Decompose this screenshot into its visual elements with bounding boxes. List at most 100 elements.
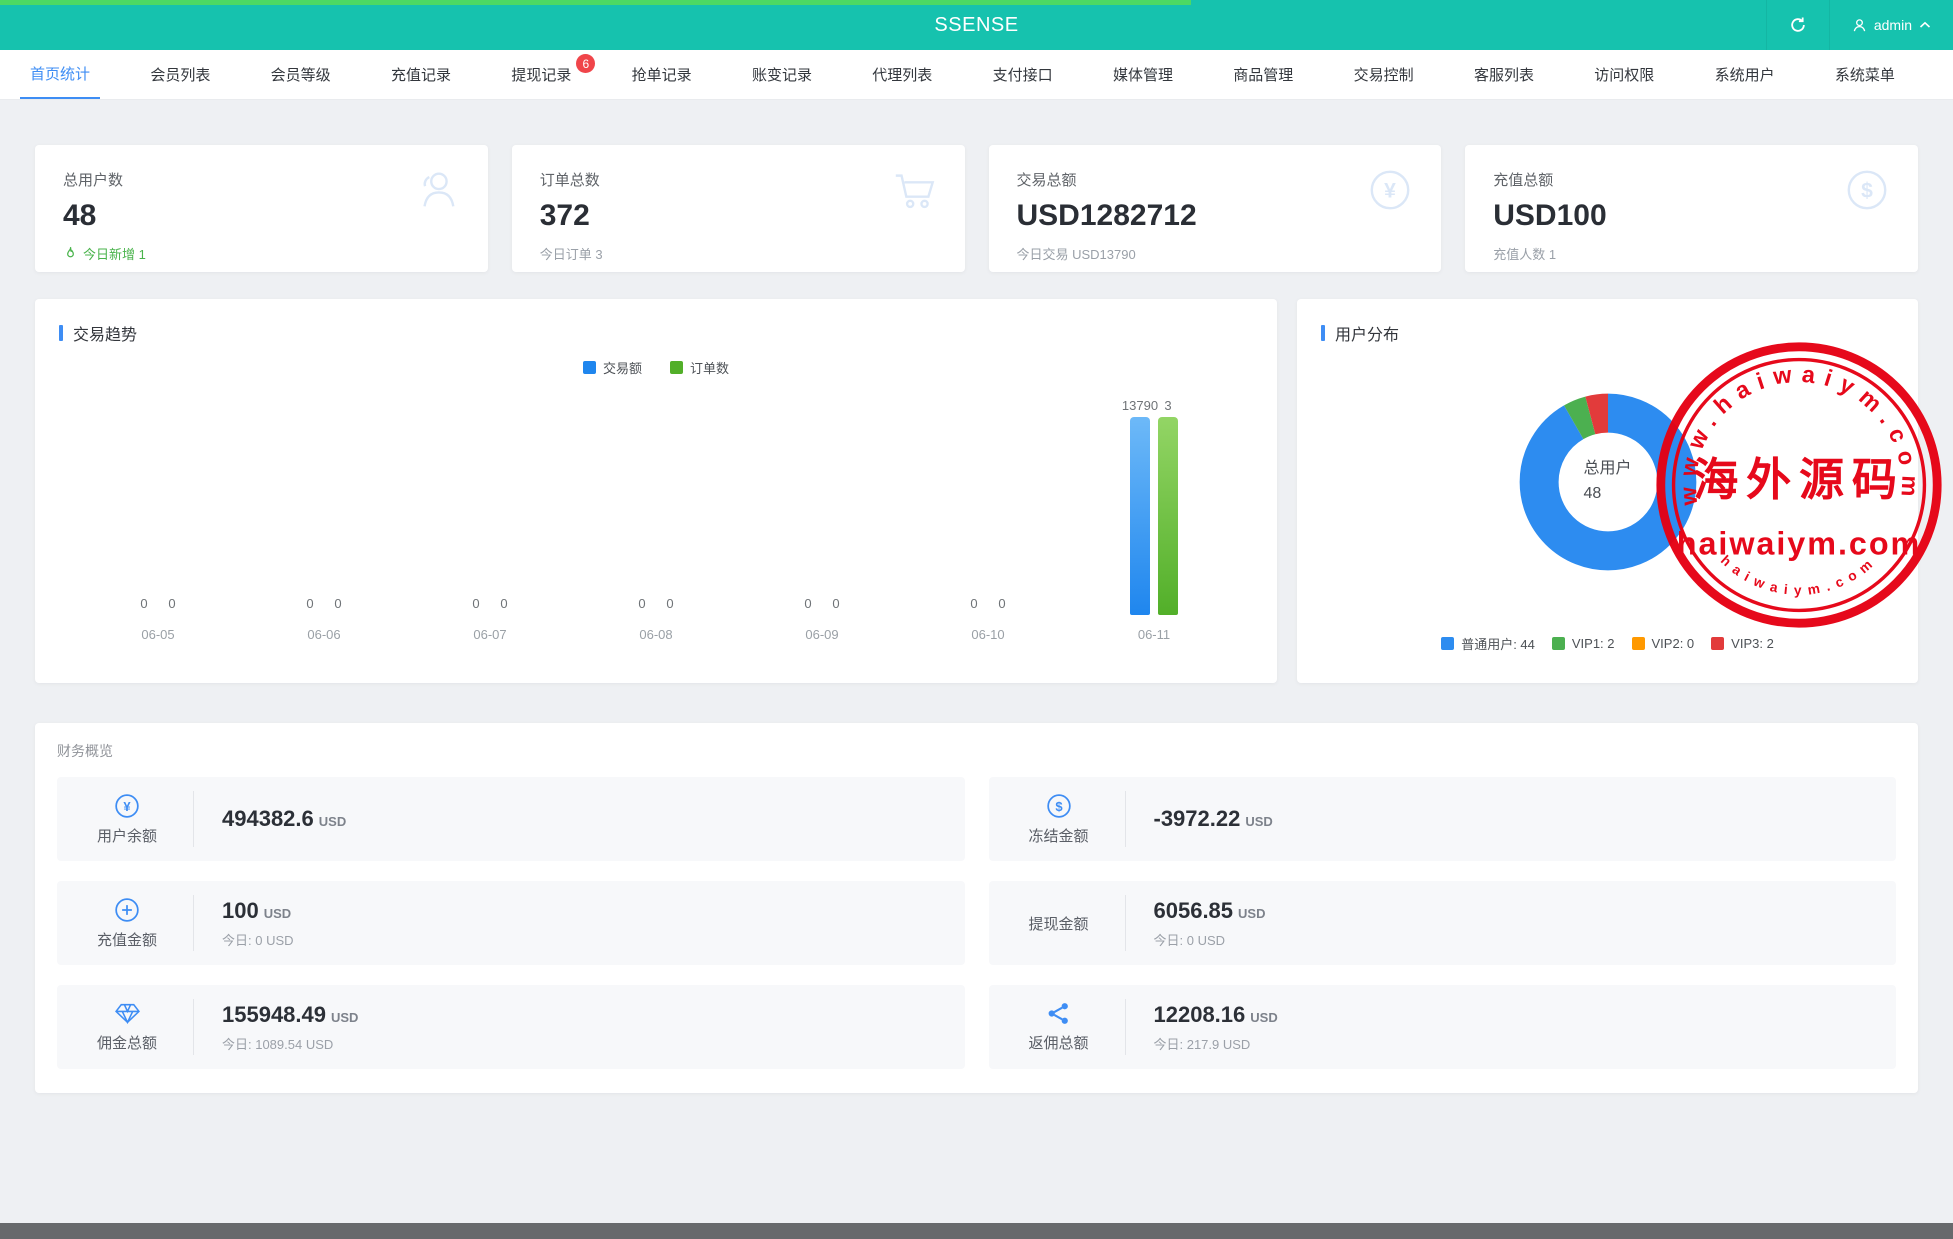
yen-coin-icon: ¥ <box>1367 167 1413 213</box>
legend-swatch <box>1632 637 1645 650</box>
nav-tab[interactable]: 系统用户 <box>1705 50 1785 99</box>
currency-label: USD <box>319 814 346 829</box>
nav-tab[interactable]: 访问权限 <box>1584 50 1664 99</box>
dollar-circle-icon: $ <box>1046 793 1072 819</box>
header-actions: admin <box>1766 0 1953 50</box>
x-axis-label: 06-11 <box>1138 627 1170 642</box>
stat-card-value: 372 <box>540 201 937 231</box>
bar-value-label: 0 <box>666 596 673 611</box>
user-icon <box>1852 18 1867 33</box>
nav-tab[interactable]: 客服列表 <box>1464 50 1544 99</box>
finance-item: 返佣总额12208.16USD今日: 217.9 USD <box>989 985 1897 1069</box>
nav-tab[interactable]: 交易控制 <box>1344 50 1424 99</box>
svg-text:¥: ¥ <box>1384 180 1396 203</box>
nav-tab-label: 账变记录 <box>752 64 812 85</box>
nav-tab-label: 访问权限 <box>1594 64 1654 85</box>
bar-column: 0 <box>826 393 846 615</box>
horizontal-scrollbar[interactable] <box>0 1223 1953 1239</box>
bar-value-label: 0 <box>998 596 1005 611</box>
legend-label: VIP3: 2 <box>1731 636 1774 651</box>
nav-tab-label: 会员等级 <box>271 64 331 85</box>
nav-tab[interactable]: 会员列表 <box>140 50 220 99</box>
amount-value: 6056.85 <box>1154 898 1234 924</box>
stat-card-subtext: 今日交易 USD13790 <box>1017 244 1414 263</box>
legend-item[interactable]: 订单数 <box>670 358 729 377</box>
svg-text:$: $ <box>1861 180 1873 203</box>
refresh-button[interactable] <box>1766 0 1829 50</box>
divider <box>193 791 194 847</box>
app-title: SSENSE <box>934 14 1018 37</box>
legend-item[interactable]: VIP2: 0 <box>1632 634 1695 653</box>
nav-tab-label: 交易控制 <box>1354 64 1414 85</box>
bar-group: 00 06-10 <box>905 393 1071 642</box>
divider <box>1125 895 1126 951</box>
nav-tab[interactable]: 提现记录6 <box>501 50 581 99</box>
finance-item-label: 冻结金额 <box>1028 825 1088 846</box>
trend-chart-title: 交易趋势 <box>59 321 1253 345</box>
finance-item-content: 494382.6 USD <box>222 806 346 832</box>
donut-chart-title-text: 用户分布 <box>1335 321 1399 345</box>
user-distribution-card: 用户分布 总用户 48 普通用户: 44VIP1: 2VIP2: 0VIP3: … <box>1297 299 1918 683</box>
nav-tab[interactable]: 商品管理 <box>1223 50 1303 99</box>
bar-group: 0006-06 <box>241 393 407 642</box>
users-icon <box>414 167 460 213</box>
finance-item-value: 6056.85USD <box>1154 898 1266 924</box>
amount-value: 494382.6 <box>222 806 314 832</box>
finance-item-today: 今日: 1089.54 USD <box>222 1034 358 1053</box>
yen-circle-icon: ¥ <box>114 793 140 819</box>
bar-column: 0 <box>328 393 348 615</box>
finance-item-value: 12208.16USD <box>1154 1002 1278 1028</box>
nav-tab-label: 代理列表 <box>872 64 932 85</box>
finance-item-content: -3972.22USD <box>1154 806 1273 832</box>
bar-pair: 00 <box>632 393 680 615</box>
finance-item-left: 提现金额 <box>1011 913 1107 934</box>
bar-value-label: 0 <box>832 596 839 611</box>
nav-tab[interactable]: 会员等级 <box>261 50 341 99</box>
x-axis-label: 06-07 <box>473 627 506 642</box>
x-axis-label: 06-10 <box>971 627 1004 642</box>
finance-item-today: 今日: 0 USD <box>222 930 294 949</box>
finance-item-value: 494382.6 USD <box>222 806 346 832</box>
bar-group: 0006-05 <box>75 393 241 642</box>
user-menu[interactable]: admin <box>1829 0 1953 50</box>
finance-item-value: -3972.22USD <box>1154 806 1273 832</box>
nav-tab[interactable]: 支付接口 <box>983 50 1063 99</box>
bar-value-label: 0 <box>638 596 645 611</box>
finance-item-label: 用户余额 <box>97 825 157 846</box>
finance-item-left: 返佣总额 <box>1011 1001 1107 1053</box>
legend-item[interactable]: 交易额 <box>583 358 642 377</box>
bar-column: 0 <box>964 393 984 615</box>
nav-tab[interactable]: 首页统计 <box>20 50 100 99</box>
nav-tab[interactable]: 媒体管理 <box>1103 50 1183 99</box>
legend-item[interactable]: 普通用户: 44 <box>1441 634 1535 653</box>
bar <box>1158 417 1178 615</box>
stat-card: ¥交易总额USD1282712今日交易 USD13790 <box>989 145 1442 272</box>
username: admin <box>1874 17 1912 33</box>
legend-label: VIP1: 2 <box>1572 636 1615 651</box>
finance-item: 提现金额6056.85USD今日: 0 USD <box>989 881 1897 965</box>
bar-column: 0 <box>494 393 514 615</box>
finance-item-content: 100USD今日: 0 USD <box>222 898 294 949</box>
legend-item[interactable]: VIP3: 2 <box>1711 634 1774 653</box>
legend-label: 交易额 <box>603 358 642 377</box>
nav-tab-label: 会员列表 <box>150 64 210 85</box>
stat-card-value: USD1282712 <box>1017 201 1414 231</box>
bar-column: 0 <box>632 393 652 615</box>
chevron-up-icon <box>1919 21 1931 29</box>
finance-item-left: 佣金总额 <box>79 1001 175 1053</box>
nav-tab[interactable]: 系统菜单 <box>1825 50 1905 99</box>
nav-tab[interactable]: 代理列表 <box>862 50 942 99</box>
bar-pair: 00 <box>798 393 846 615</box>
nav-tab[interactable]: 充值记录 <box>381 50 461 99</box>
nav-tab-label: 充值记录 <box>391 64 451 85</box>
currency-label: USD <box>264 906 291 921</box>
stat-card-subtext-label: 今日订单 3 <box>540 244 603 263</box>
nav-tab-label: 系统用户 <box>1715 64 1775 85</box>
legend-item[interactable]: VIP1: 2 <box>1552 634 1615 653</box>
trend-chart-title-text: 交易趋势 <box>73 321 137 345</box>
nav-tab[interactable]: 抢单记录 <box>622 50 702 99</box>
legend-label: 普通用户: 44 <box>1461 634 1535 653</box>
bar-column: 13790 <box>1130 393 1150 615</box>
nav-tab[interactable]: 账变记录 <box>742 50 822 99</box>
legend-swatch <box>670 361 683 374</box>
